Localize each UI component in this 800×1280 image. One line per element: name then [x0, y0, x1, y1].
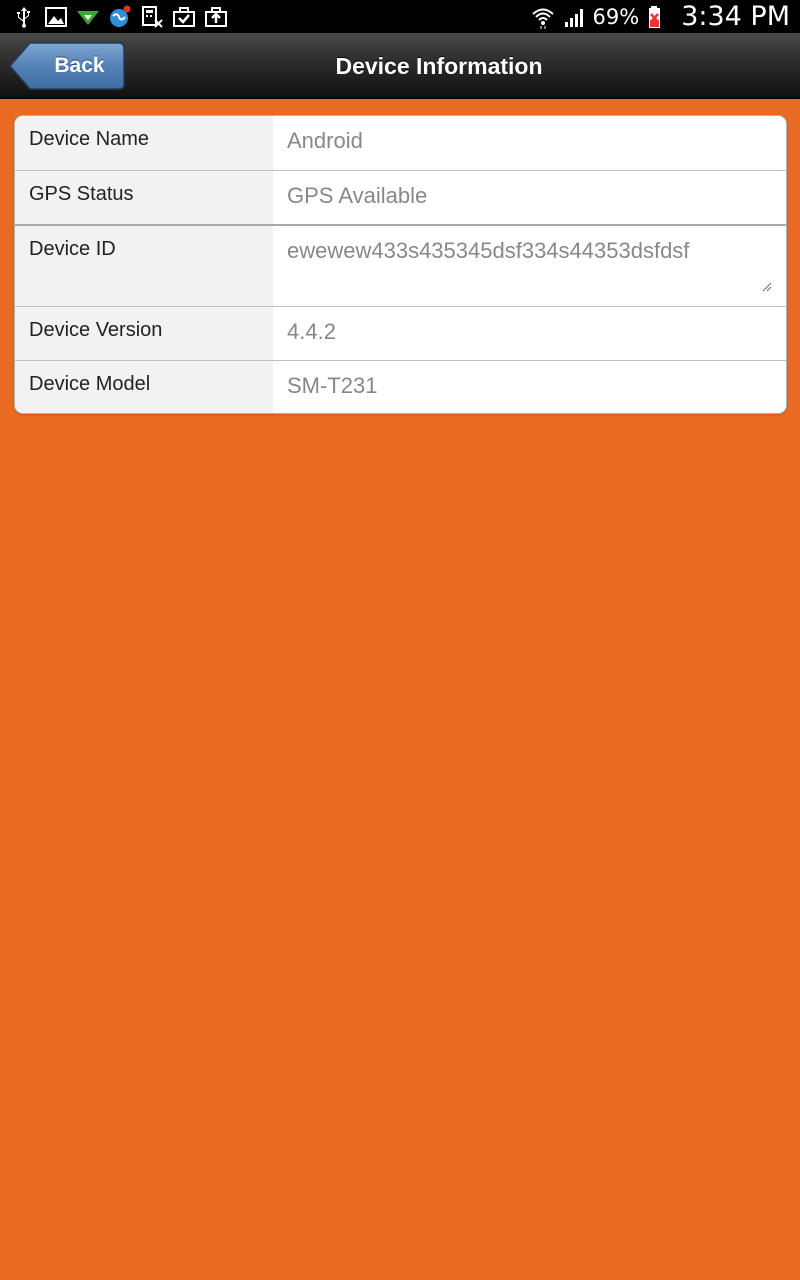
- wifi-icon: [531, 5, 555, 29]
- device-name-label: Device Name: [15, 116, 273, 170]
- table-row: Device ID ewewew433s435345dsf334s44353ds…: [15, 226, 786, 307]
- battery-percent: 69%: [592, 4, 640, 29]
- device-id-value: ewewew433s435345dsf334s44353dsfdsf: [287, 238, 690, 263]
- device-id-label: Device ID: [15, 226, 273, 306]
- status-notifications: [12, 0, 236, 33]
- table-row: GPS Status GPS Available: [15, 171, 786, 226]
- device-version-field[interactable]: 4.4.2: [273, 307, 786, 360]
- clock: 3:34 PM: [681, 1, 790, 32]
- device-info-table: Device Name Android GPS Status GPS Avail…: [14, 115, 787, 414]
- device-model-label: Device Model: [15, 361, 273, 413]
- table-row: Device Model SM-T231: [15, 361, 786, 413]
- calculator-icon: [140, 5, 164, 29]
- page-title: Device Information: [335, 52, 543, 79]
- status-system: 69% 3:34 PM: [529, 0, 790, 33]
- signal-icon: [563, 5, 587, 29]
- device-id-textarea[interactable]: ewewew433s435345dsf334s44353dsfdsf: [273, 226, 786, 306]
- device-version-label: Device Version: [15, 307, 273, 360]
- battery-icon: [645, 5, 669, 29]
- device-name-field[interactable]: Android: [273, 116, 786, 170]
- usb-icon: [12, 5, 36, 29]
- image-icon: [44, 5, 68, 29]
- app-header: Back Device Information: [0, 33, 800, 99]
- resize-grip-icon[interactable]: [760, 280, 772, 292]
- gps-status-label: GPS Status: [15, 171, 273, 224]
- download-icon: [76, 5, 100, 29]
- briefcase-upload-icon: [204, 5, 228, 29]
- table-row: Device Version 4.4.2: [15, 307, 786, 361]
- device-model-field[interactable]: SM-T231: [273, 361, 786, 413]
- gps-status-field[interactable]: GPS Available: [273, 171, 786, 224]
- globe-notification-icon: [108, 5, 132, 29]
- briefcase-check-icon: [172, 5, 196, 29]
- status-bar: 69% 3:34 PM: [0, 0, 800, 33]
- table-row: Device Name Android: [15, 116, 786, 171]
